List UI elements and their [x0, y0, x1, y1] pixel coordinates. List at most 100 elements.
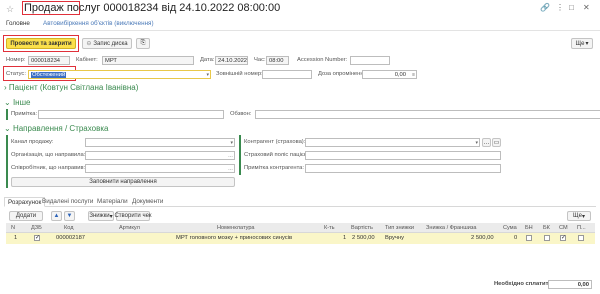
counterparty-bar [239, 135, 241, 175]
counterparty-open-button[interactable]: ▭ [492, 138, 501, 147]
discounts-button[interactable]: Знижки ▾ [88, 211, 114, 221]
toolbar-more-button[interactable]: Ще ▾ [571, 38, 593, 49]
chevron-down-icon[interactable]: ▾ [206, 71, 209, 78]
patient-section-header[interactable]: › Пацієнт (Ковтун Світлана Іванівна) [4, 83, 138, 92]
col-p[interactable]: П... [577, 225, 586, 231]
cell-nomenclature: МРТ головного мозку + приносових синусів [176, 235, 293, 241]
fill-referral-button[interactable]: Заповнити направлення [11, 177, 235, 187]
col-code[interactable]: Код [64, 225, 74, 231]
table-row[interactable]: 1 ✓ 000002187 МРТ головного мозку + прин… [6, 233, 595, 244]
status-field[interactable]: Обстежений ▾ [28, 70, 211, 79]
arrow-down-icon: ▼ [66, 213, 73, 219]
col-article[interactable]: Артикул [119, 225, 140, 231]
more-icon[interactable]: … [228, 165, 233, 172]
col-sm[interactable]: СМ [559, 225, 568, 231]
star-icon[interactable]: ☆ [6, 4, 14, 15]
org-field[interactable]: … [85, 151, 235, 160]
maximize-icon[interactable]: □ [569, 3, 574, 12]
employee-field[interactable]: … [85, 164, 235, 173]
other-section-header[interactable]: ⌄ Інше [4, 98, 30, 107]
clip-button[interactable]: ⎘ [136, 38, 150, 49]
radiation-dose-field[interactable]: 0,00 ≡ [362, 70, 417, 79]
col-discount[interactable]: Знижка / Франшиза [426, 225, 477, 231]
move-up-button[interactable]: ▲ [51, 211, 62, 221]
col-bn[interactable]: БН [525, 225, 533, 231]
cell-bk-checkbox[interactable] [544, 235, 550, 241]
cell-sm-checkbox[interactable]: ✓ [560, 235, 566, 241]
status-value: Обстежений [31, 72, 67, 78]
cell-price: 2 500,00 [352, 235, 375, 241]
clip-icon: ⎘ [140, 40, 146, 46]
radiation-dose-value: 0,00 [394, 72, 406, 78]
col-price[interactable]: Вартість [351, 225, 373, 231]
other-section-bar [6, 109, 8, 120]
cell-discount: 2 500,00 [471, 235, 494, 241]
more-icon[interactable]: ⋮ [556, 3, 564, 12]
cabinet-field[interactable]: МРТ [102, 56, 194, 65]
chevron-down-icon: ▾ [109, 213, 113, 220]
open-icon: ▭ [493, 140, 500, 146]
create-check-button[interactable]: Створити чек [114, 211, 152, 221]
col-qty[interactable]: К-ть [324, 225, 335, 231]
counterparty-more-button[interactable]: … [482, 138, 491, 147]
chevron-down-icon[interactable]: ▾ [475, 139, 478, 146]
add-button[interactable]: Додати [9, 211, 43, 221]
link-icon[interactable]: 🔗 [540, 3, 550, 12]
tab-deleted-services[interactable]: Видалені послуги [42, 198, 93, 205]
table-more-button[interactable]: Ще ▾ [567, 211, 591, 221]
sales-channel-field[interactable]: ▾ [85, 138, 235, 147]
post-and-close-button[interactable]: Провести та закрити [6, 38, 76, 49]
time-label: Час: [254, 57, 266, 63]
top-tabs: Головне Автовибіркення об'єктів (виключе… [0, 18, 600, 31]
policy-label: Страховий поліс пацієнта: [244, 152, 315, 158]
chevron-right-icon: › [4, 83, 7, 92]
external-number-label: Зовнішній номер: [216, 71, 263, 77]
col-sum[interactable]: Сума [503, 225, 517, 231]
page-title: Продаж послуг 000018234 від 24.10.2022 0… [24, 2, 281, 14]
more-icon[interactable]: … [228, 152, 233, 159]
cell-dzb-checkbox[interactable]: ✓ [34, 235, 40, 241]
sales-channel-label: Канал продажу: [11, 139, 54, 145]
col-bk[interactable]: БК [543, 225, 550, 231]
date-field[interactable]: 24.10.2022 [215, 56, 248, 65]
counterparty-note-field[interactable] [305, 164, 501, 173]
bottom-tabs: Розрахунок Видалені послуги Матеріали До… [4, 196, 596, 207]
cabinet-label: Кабінет: [76, 57, 98, 63]
col-discount-type[interactable]: Тип знижки [385, 225, 414, 231]
cell-p-checkbox[interactable] [578, 235, 584, 241]
move-down-button[interactable]: ▼ [64, 211, 75, 221]
col-n[interactable]: N [11, 225, 15, 231]
chevron-down-icon[interactable]: ▾ [230, 139, 233, 146]
save-button[interactable]: ⊖ Запис диска [82, 38, 132, 49]
accession-field[interactable] [350, 56, 390, 65]
col-nomenclature[interactable]: Номенклатура [217, 225, 255, 231]
list-icon[interactable]: ≡ [412, 71, 415, 78]
employee-label: Співробітник, що направив: [11, 165, 86, 171]
cell-bn-checkbox[interactable] [526, 235, 532, 241]
tab-main[interactable]: Головне [6, 20, 30, 27]
tab-auto-selection[interactable]: Автовибіркення об'єктів (виключення) [43, 20, 154, 27]
number-field[interactable]: 000018234 [28, 56, 70, 65]
note-label: Примітка: [11, 111, 38, 117]
counterparty-field[interactable]: ▾ [305, 138, 480, 147]
cell-discount-type: Вручну [385, 235, 405, 241]
referral-section-header[interactable]: ⌄ Направлення / Страховка [4, 124, 109, 133]
tab-materials[interactable]: Матеріали [97, 198, 128, 205]
time-field[interactable]: 08:00 [266, 56, 289, 65]
chevron-down-icon: ⌄ [4, 98, 11, 107]
counterparty-note-label: Примітка контрагента: [244, 165, 305, 171]
note-field[interactable] [38, 110, 224, 119]
col-dzb[interactable]: ДЗБ [31, 225, 42, 231]
counterparty-label: Контрагент (страхова): [244, 139, 306, 145]
policy-field[interactable] [305, 151, 501, 160]
close-icon[interactable]: ✕ [583, 3, 590, 12]
radiation-dose-label: Доза опромінення: [318, 71, 369, 77]
tab-documents[interactable]: Документи [132, 198, 163, 205]
review-label: Обзвон: [230, 111, 252, 117]
external-number-field[interactable] [262, 70, 312, 79]
tab-calculation[interactable]: Розрахунок [4, 197, 46, 207]
cell-code: 000002187 [56, 235, 86, 241]
status-label: Статус: [6, 71, 26, 77]
review-field[interactable] [255, 110, 600, 119]
arrow-up-icon: ▲ [53, 213, 60, 219]
